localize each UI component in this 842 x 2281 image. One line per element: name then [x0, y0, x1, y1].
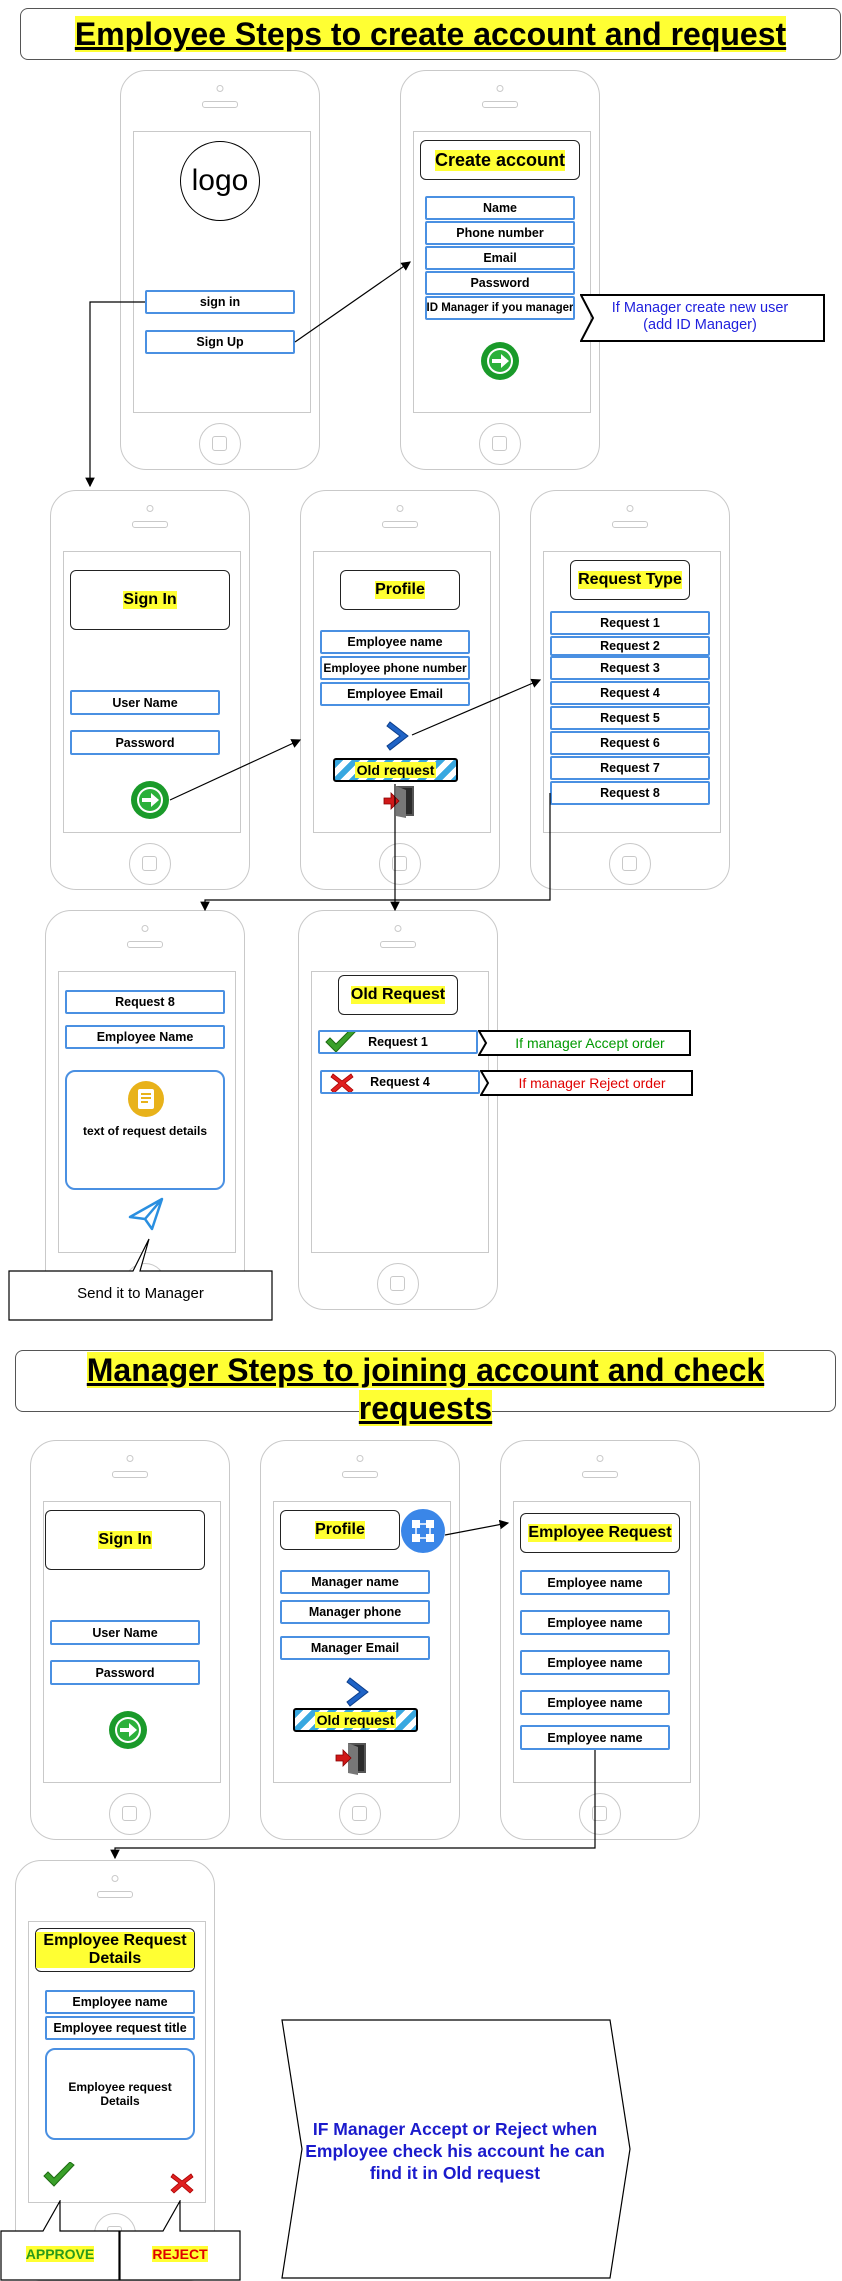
selected-request-field[interactable]: Request 8	[65, 990, 225, 1014]
employee-request-item[interactable]: Employee name	[520, 1570, 670, 1595]
home-button[interactable]	[199, 423, 241, 465]
manager-note-text: IF Manager Accept or Reject when Employe…	[305, 2119, 605, 2183]
old-request-button[interactable]: Old request	[333, 758, 458, 782]
exit-door-icon[interactable]	[334, 1741, 368, 1775]
phone-employee-requests	[500, 1440, 700, 1840]
email-field[interactable]: Email	[425, 246, 575, 270]
employee-request-item[interactable]: Employee name	[520, 1725, 670, 1750]
reject-label: REJECT	[152, 2246, 208, 2262]
request-type-item-4[interactable]: Request 4	[550, 681, 710, 705]
reject-cross-icon[interactable]	[170, 2172, 194, 2194]
request-type-item-1[interactable]: Request 1	[550, 611, 710, 635]
detail-employee-name-field[interactable]: Employee name	[45, 1990, 195, 2014]
manager-password-field[interactable]: Password	[50, 1660, 200, 1685]
profile-title: Profile	[340, 570, 460, 610]
old-request-title: Old Request	[338, 975, 458, 1015]
signin-button[interactable]: sign in	[145, 290, 295, 314]
request-type-item-2[interactable]: Request 2	[550, 636, 710, 656]
chevron-right-icon[interactable]	[346, 1676, 372, 1708]
approve-checkmark-icon[interactable]	[42, 2161, 76, 2190]
send-icon[interactable]	[128, 1197, 164, 1231]
password-field[interactable]: Password	[70, 730, 220, 755]
employee-phone-field[interactable]: Employee phone number	[320, 656, 470, 680]
approve-reject-callout-shape	[0, 2200, 241, 2281]
home-button[interactable]	[609, 843, 651, 885]
home-button[interactable]	[579, 1793, 621, 1835]
old-request-item-1[interactable]: Request 1	[318, 1030, 478, 1054]
employee-name-field[interactable]: Employee name	[320, 630, 470, 654]
submit-arrow-icon[interactable]	[480, 341, 520, 381]
manager-email-field[interactable]: Manager Email	[280, 1636, 430, 1660]
request-type-item-3[interactable]: Request 3	[550, 656, 710, 680]
employee-request-item[interactable]: Employee name	[520, 1610, 670, 1635]
password-field[interactable]: Password	[425, 271, 575, 295]
request-type-title: Request Type	[570, 560, 690, 600]
request-type-item-6[interactable]: Request 6	[550, 731, 710, 755]
signup-button[interactable]: Sign Up	[145, 330, 295, 354]
home-button[interactable]	[377, 1263, 419, 1305]
manager-signin-title: Sign In	[45, 1510, 205, 1570]
home-button[interactable]	[109, 1793, 151, 1835]
detail-request-title-field[interactable]: Employee request title	[45, 2016, 195, 2040]
phone-field[interactable]: Phone number	[425, 221, 575, 245]
cross-icon	[330, 1072, 354, 1092]
employee-name-field[interactable]: Employee Name	[65, 1025, 225, 1049]
manager-section-title: Manager Steps to joining account and che…	[15, 1350, 836, 1426]
home-button[interactable]	[479, 423, 521, 465]
manager-old-request-button[interactable]: Old request	[293, 1708, 418, 1732]
manager-callout-text: If Manager create new user (add ID Manag…	[611, 300, 789, 333]
create-account-title: Create account	[420, 140, 580, 180]
logo: logo	[180, 141, 260, 221]
old-request-item-4[interactable]: Request 4	[320, 1070, 480, 1094]
phone-create-account	[400, 70, 600, 470]
detail-request-box[interactable]: Employee request Details	[45, 2048, 195, 2140]
phone-old-request	[298, 910, 498, 1310]
manager-profile-title: Profile	[280, 1510, 400, 1550]
request-type-item-5[interactable]: Request 5	[550, 706, 710, 730]
checkmark-icon	[324, 1032, 358, 1052]
reject-note-text: If manager Reject order	[518, 1075, 666, 1091]
send-callout-shape	[8, 1238, 273, 1321]
request-type-item-8[interactable]: Request 8	[550, 781, 710, 805]
employee-request-title: Employee Request	[520, 1513, 680, 1553]
signin-title: Sign In	[70, 570, 230, 630]
username-field[interactable]: User Name	[70, 690, 220, 715]
employee-request-item[interactable]: Employee name	[520, 1650, 670, 1675]
chevron-right-icon[interactable]	[386, 720, 412, 752]
approve-label: APPROVE	[25, 2246, 95, 2262]
name-field[interactable]: Name	[425, 196, 575, 220]
manager-username-field[interactable]: User Name	[50, 1620, 200, 1645]
request-type-item-7[interactable]: Request 7	[550, 756, 710, 780]
request-details-text: text of request details	[82, 1124, 208, 1138]
employee-request-item[interactable]: Employee name	[520, 1690, 670, 1715]
employee-email-field[interactable]: Employee Email	[320, 682, 470, 706]
home-button[interactable]	[379, 843, 421, 885]
share-icon[interactable]	[400, 1508, 446, 1554]
send-callout-text: Send it to Manager	[77, 1285, 204, 1302]
login-arrow-icon[interactable]	[130, 780, 170, 820]
manager-phone-field[interactable]: Manager phone	[280, 1600, 430, 1624]
request-details-title: Employee Request Details	[35, 1928, 195, 1972]
document-icon	[127, 1080, 165, 1118]
manager-login-arrow-icon[interactable]	[108, 1710, 148, 1750]
home-button[interactable]	[339, 1793, 381, 1835]
accept-note-text: If manager Accept order	[515, 1035, 665, 1051]
exit-door-icon[interactable]	[382, 784, 416, 818]
home-button[interactable]	[129, 843, 171, 885]
phone-welcome	[120, 70, 320, 470]
manager-id-field[interactable]: ID Manager if you manager	[425, 296, 575, 320]
manager-name-field[interactable]: Manager name	[280, 1570, 430, 1594]
employee-section-title: Employee Steps to create account and req…	[20, 8, 841, 60]
request-details-box[interactable]: text of request details	[65, 1070, 225, 1190]
